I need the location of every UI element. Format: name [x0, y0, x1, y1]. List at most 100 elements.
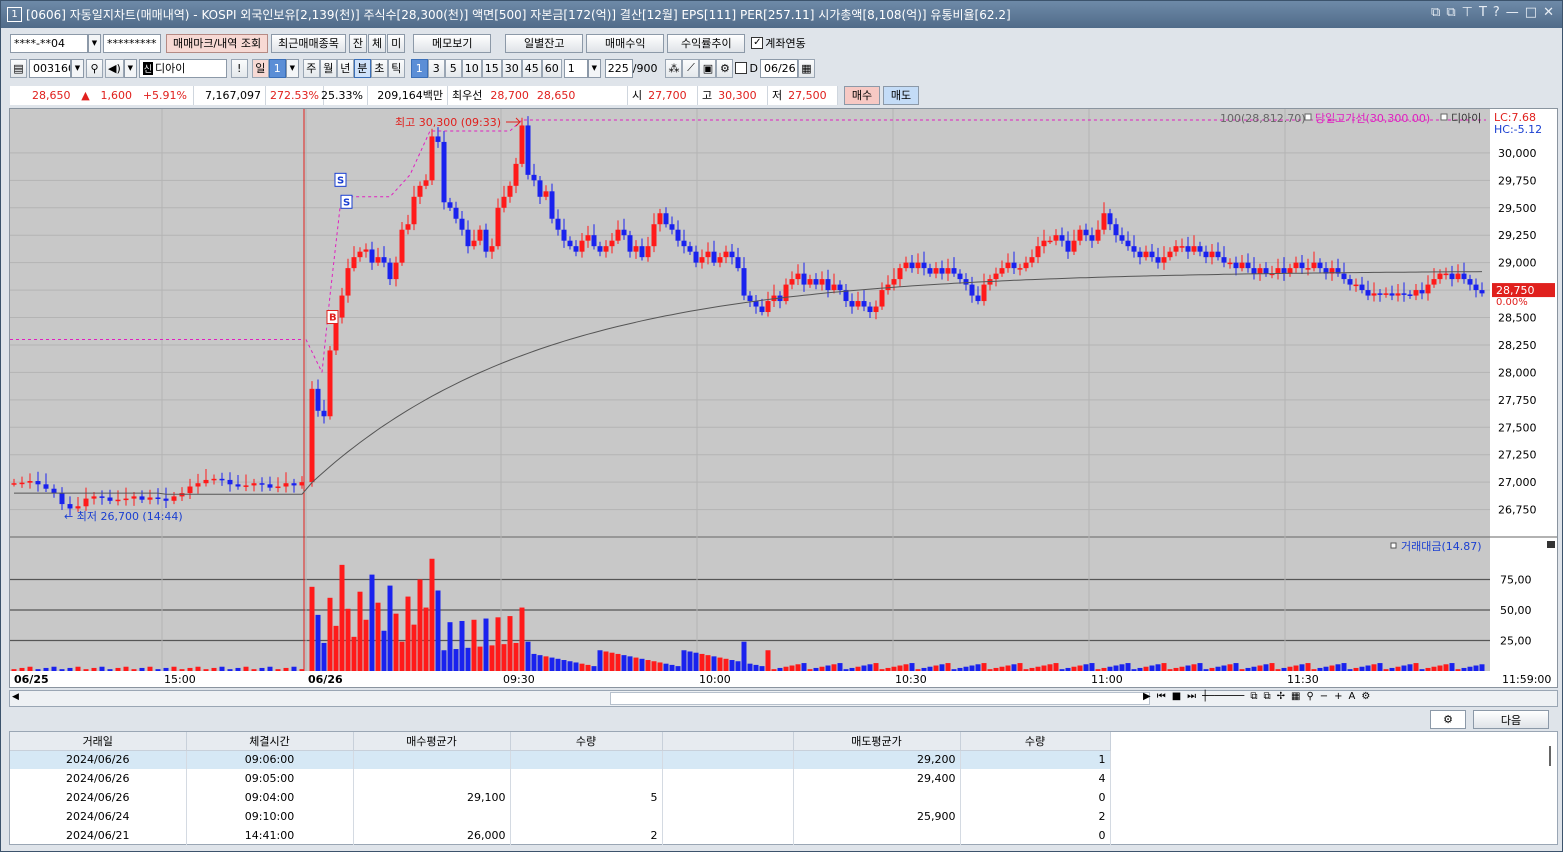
- next-button[interactable]: 다음: [1473, 710, 1549, 729]
- speaker-icon[interactable]: ◀): [105, 58, 124, 78]
- return-trend-button[interactable]: 수익률추이: [667, 33, 746, 53]
- forward-icon[interactable]: ⏭: [1187, 691, 1196, 702]
- minute-3-button[interactable]: 3: [427, 58, 445, 78]
- col-sell-avg[interactable]: 매도평균가: [793, 732, 961, 751]
- table-toolbar: ⚙ 다음: [9, 708, 1558, 731]
- table-row[interactable]: 2024/06/26 09:04:00 29,100 5 0: [10, 788, 1111, 807]
- period-minute-button[interactable]: 분: [353, 58, 371, 78]
- unfilled-button[interactable]: 미: [387, 33, 406, 53]
- col-date[interactable]: 거래일: [10, 732, 187, 751]
- indicator-icon[interactable]: ⁂: [665, 58, 683, 78]
- crosshair-icon[interactable]: ✢: [1277, 691, 1285, 702]
- balance-button[interactable]: 잔: [348, 33, 368, 53]
- code-input[interactable]: 003160: [29, 58, 71, 78]
- col-buy-qty[interactable]: 수량: [510, 732, 663, 751]
- help-icon[interactable]: ?: [1493, 5, 1500, 20]
- buy-button[interactable]: 매수: [844, 85, 880, 105]
- volume-bar: [381, 630, 387, 671]
- layout-icon[interactable]: ▤: [10, 58, 27, 78]
- table-cell: [510, 769, 663, 788]
- period-second-button[interactable]: 초: [370, 58, 388, 78]
- password-input[interactable]: *********: [103, 33, 161, 53]
- chart-scrollbar[interactable]: ◀ ▶ ⏮ ■ ⏭ ┼────── ⧉ ⧉ ✢ ▦ ⚲ − + A ⚙: [9, 690, 1558, 707]
- minute-1-button[interactable]: 1: [410, 58, 428, 78]
- col-sell-qty[interactable]: 수량: [960, 732, 1111, 751]
- chevron-down-icon[interactable]: ▼: [285, 58, 299, 78]
- play-icon[interactable]: ▶: [1143, 691, 1151, 702]
- trade-profit-button[interactable]: 매매수익: [586, 33, 665, 53]
- account-input[interactable]: ****-**04: [10, 33, 88, 53]
- grid-icon[interactable]: ▦: [1291, 691, 1300, 702]
- table-row[interactable]: 2024/06/21 14:41:00 26,000 2 0: [10, 826, 1111, 845]
- maximize-icon[interactable]: □: [1525, 5, 1537, 20]
- settings-icon[interactable]: ⚙: [1361, 691, 1370, 702]
- chevron-down-icon[interactable]: ▼: [71, 58, 84, 78]
- chart-area[interactable]: 30,000 29,750 29,500 29,250 29,000 28,750 28,5…: [9, 108, 1558, 688]
- search-icon[interactable]: ⚲: [86, 58, 103, 78]
- col-buy-avg[interactable]: 매수평균가: [353, 732, 511, 751]
- minute-30-button[interactable]: 30: [501, 58, 522, 78]
- copy-icon[interactable]: ⧉: [1263, 691, 1270, 702]
- col-time[interactable]: 체결시간: [186, 732, 354, 751]
- alert-icon[interactable]: !: [230, 58, 248, 78]
- table-scrollbar[interactable]: [1549, 746, 1551, 766]
- period-tick-button[interactable]: 틱: [387, 58, 405, 78]
- period-day-button[interactable]: 일: [251, 58, 269, 78]
- tile-icon[interactable]: ⧉: [1446, 5, 1455, 20]
- date-input[interactable]: 06/26: [759, 58, 798, 78]
- gear-icon[interactable]: ⚙: [716, 58, 734, 78]
- interval-input[interactable]: 1: [563, 58, 588, 78]
- pin-icon[interactable]: ⊤: [1462, 5, 1473, 20]
- table-row[interactable]: 2024/06/26 09:05:00 29,400 4: [10, 769, 1111, 788]
- calendar-icon[interactable]: ▦: [797, 58, 815, 78]
- memo-button[interactable]: 메모보기: [413, 33, 492, 53]
- minute-45-button[interactable]: 45: [521, 58, 542, 78]
- period-year-button[interactable]: 년: [336, 58, 354, 78]
- save-icon[interactable]: ▣: [699, 58, 717, 78]
- zoom-icon[interactable]: ⚲: [1306, 691, 1313, 702]
- minute-10-button[interactable]: 10: [461, 58, 482, 78]
- scroll-left-icon[interactable]: ◀: [12, 692, 19, 702]
- minimize-icon[interactable]: —: [1506, 5, 1519, 20]
- count-input[interactable]: 225: [604, 58, 633, 78]
- font-icon[interactable]: T: [1479, 5, 1487, 20]
- trade-mark-query-button[interactable]: 매매마크/내역 조회: [166, 33, 269, 53]
- recent-trades-button[interactable]: 최근매매종목: [271, 33, 346, 53]
- daily-balance-button[interactable]: 일별잔고: [505, 33, 584, 53]
- period-day-count[interactable]: 1: [268, 58, 286, 78]
- table-row[interactable]: 2024/06/26 09:06:00 29,200 1: [10, 750, 1111, 769]
- candle-body: [981, 284, 987, 302]
- table-cell: 29,200: [793, 750, 961, 769]
- minute-15-button[interactable]: 15: [481, 58, 502, 78]
- period-month-button[interactable]: 월: [319, 58, 337, 78]
- link-icon[interactable]: ⧉: [1431, 5, 1440, 20]
- toolbar-symbol: ▤ 003160 ▼ ⚲ ◀) ▼ 신 디아이 ! 일 1 ▼ 주 월 년 분 초…: [1, 57, 1562, 79]
- plus-icon[interactable]: +: [1334, 691, 1342, 702]
- table-gear-icon[interactable]: ⚙: [1430, 710, 1466, 729]
- stop-icon[interactable]: ■: [1172, 691, 1181, 702]
- sell-button[interactable]: 매도: [883, 85, 919, 105]
- scroll-thumb[interactable]: [610, 692, 1150, 705]
- split-icon[interactable]: ⧉: [1250, 691, 1257, 702]
- text-icon[interactable]: A: [1349, 691, 1356, 702]
- minute-5-button[interactable]: 5: [444, 58, 462, 78]
- chevron-down-icon[interactable]: ▼: [88, 33, 101, 53]
- candle-body: [621, 229, 627, 236]
- minus-icon[interactable]: −: [1320, 691, 1328, 702]
- date-checkbox[interactable]: [735, 62, 748, 74]
- title-bar[interactable]: 1 [0606] 자동일지차트(매매내역) - KOSPI 외국인보유[2,13…: [1, 1, 1562, 28]
- candle-chart[interactable]: 30,000 29,750 29,500 29,250 29,000 28,750 28,5…: [10, 109, 1557, 687]
- account-link-checkbox[interactable]: ✓: [751, 37, 764, 49]
- stock-name-field[interactable]: 신 디아이: [138, 58, 227, 78]
- tool-icon[interactable]: ⟋: [682, 58, 700, 78]
- table-row[interactable]: 2024/06/24 09:10:00 25,900 2: [10, 807, 1111, 826]
- chevron-down-icon[interactable]: ▼: [123, 58, 137, 78]
- zoom-slider-icon[interactable]: ┼──────: [1202, 691, 1244, 702]
- rewind-icon[interactable]: ⏮: [1157, 691, 1166, 702]
- filled-button[interactable]: 체: [368, 33, 387, 53]
- chevron-down-icon[interactable]: ▼: [587, 58, 601, 78]
- volume-bar: [1347, 669, 1353, 671]
- minute-60-button[interactable]: 60: [541, 58, 562, 78]
- period-week-button[interactable]: 주: [302, 58, 320, 78]
- close-icon[interactable]: ✕: [1543, 5, 1554, 20]
